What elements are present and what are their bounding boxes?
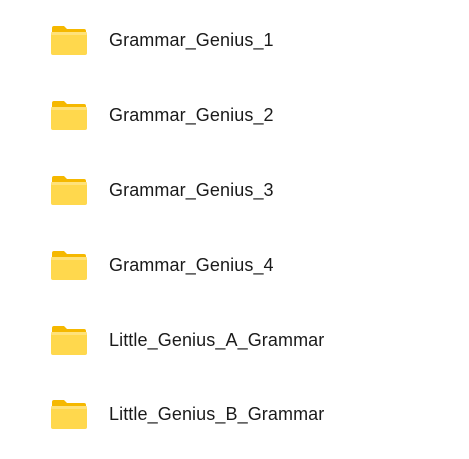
folder-name: Grammar_Genius_2 — [109, 104, 274, 125]
folder-name: Grammar_Genius_4 — [109, 254, 274, 275]
folder-icon — [50, 174, 88, 206]
folder-item-little-genius-a-grammar[interactable]: Little_Genius_A_Grammar — [44, 314, 424, 366]
folder-item-grammar-genius-1[interactable]: Grammar_Genius_1 — [44, 14, 424, 66]
folder-icon — [50, 249, 88, 281]
folder-item-grammar-genius-3[interactable]: Grammar_Genius_3 — [44, 164, 424, 216]
folder-icon — [50, 99, 88, 131]
folder-name: Little_Genius_A_Grammar — [109, 329, 325, 350]
folder-name: Grammar_Genius_3 — [109, 179, 274, 200]
folder-name: Little_Genius_B_Grammar — [109, 403, 325, 424]
folder-icon — [50, 324, 88, 356]
folder-item-little-genius-b-grammar[interactable]: Little_Genius_B_Grammar — [44, 388, 424, 440]
folder-item-grammar-genius-4[interactable]: Grammar_Genius_4 — [44, 239, 424, 291]
folder-item-grammar-genius-2[interactable]: Grammar_Genius_2 — [44, 89, 424, 141]
folder-name: Grammar_Genius_1 — [109, 29, 274, 50]
folder-icon — [50, 24, 88, 56]
folder-icon — [50, 398, 88, 430]
folder-list: Grammar_Genius_1 Grammar_Genius_2 Gramma… — [0, 0, 469, 459]
